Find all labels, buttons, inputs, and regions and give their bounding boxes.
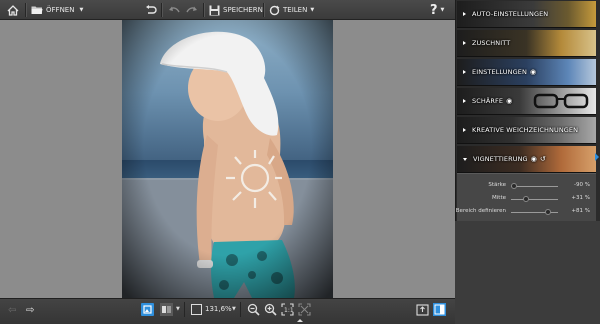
reset-icon[interactable]: ↺ xyxy=(540,155,546,163)
chevron-down-icon: ▼ xyxy=(440,7,445,13)
slider-label: Bereich definieren xyxy=(455,208,506,214)
chevron-down-icon: ▼ xyxy=(310,7,315,13)
slider-value: -90 % xyxy=(574,182,590,188)
prev-icon[interactable]: ⇦ xyxy=(8,305,16,316)
glasses-icon xyxy=(533,93,589,109)
folder-icon xyxy=(31,6,43,14)
panel-collapse-icon[interactable] xyxy=(595,153,599,161)
eye-icon[interactable]: ◉ xyxy=(531,155,537,163)
undo-icon xyxy=(146,5,157,14)
slider-knob[interactable] xyxy=(545,209,551,215)
save-button[interactable]: SPEICHERN xyxy=(209,2,263,18)
section-creative-blur[interactable]: KREATIVE WEICHZEICHNUNGEN xyxy=(457,117,596,144)
slider-define-area[interactable]: Bereich definieren +81 % xyxy=(455,207,596,217)
section-label: ZUSCHNITT xyxy=(472,39,511,47)
slider-knob[interactable] xyxy=(511,183,517,189)
section-adjustments[interactable]: EINSTELLUNGEN ◉ xyxy=(457,59,596,86)
export-icon[interactable] xyxy=(416,303,429,316)
crop-fit-icon[interactable] xyxy=(298,303,311,316)
section-label: KREATIVE WEICHZEICHNUNGEN xyxy=(472,126,579,134)
chevron-right-icon xyxy=(463,99,466,103)
zoom-in-icon[interactable] xyxy=(264,303,277,316)
chevron-right-icon xyxy=(463,128,466,132)
open-label: ÖFFNEN xyxy=(46,6,75,14)
section-label: EINSTELLUNGEN xyxy=(472,68,527,76)
zoom-level[interactable]: 131,6% xyxy=(205,305,232,313)
slider-center[interactable]: Mitte +31 % xyxy=(457,194,596,204)
section-label: VIGNETTIERUNG xyxy=(473,155,528,163)
undo-step-button[interactable] xyxy=(168,2,180,18)
compare-view-button[interactable] xyxy=(160,303,173,316)
slider-label: Mitte xyxy=(492,195,506,201)
actual-size-icon[interactable]: 1:1 xyxy=(281,303,294,316)
share-label: TEILEN xyxy=(283,6,308,14)
svg-text:1:1: 1:1 xyxy=(284,307,294,314)
save-label: SPEICHERN xyxy=(223,6,263,14)
chevron-right-icon xyxy=(463,70,466,74)
section-sharpness[interactable]: SCHÄRFE ◉ xyxy=(457,88,596,115)
chevron-down-icon xyxy=(463,157,467,161)
open-button[interactable]: ÖFFNEN ▼ xyxy=(31,2,83,18)
redo-icon xyxy=(186,6,197,13)
fit-icon[interactable] xyxy=(191,304,202,315)
chevron-right-icon xyxy=(463,41,466,45)
section-crop[interactable]: ZUSCHNITT xyxy=(457,30,596,57)
section-label: AUTO-EINSTELLUNGEN xyxy=(472,10,549,18)
help-button[interactable]: ? ▼ xyxy=(430,2,444,18)
chevron-down-icon[interactable]: ▼ xyxy=(176,306,180,312)
section-auto-adjust[interactable]: AUTO-EINSTELLUNGEN xyxy=(457,1,596,28)
eye-icon[interactable]: ◉ xyxy=(506,97,512,105)
slider-label: Stärke xyxy=(488,182,506,188)
panel-empty-area xyxy=(455,221,600,324)
panel-toggle-icon xyxy=(434,304,445,315)
single-view-button[interactable] xyxy=(141,303,154,316)
share-icon xyxy=(269,5,280,15)
chevron-down-icon[interactable]: ▼ xyxy=(232,306,236,312)
expand-filmstrip-icon[interactable] xyxy=(297,319,303,322)
save-icon xyxy=(209,5,220,15)
section-label: SCHÄRFE xyxy=(472,97,504,105)
slider-knob[interactable] xyxy=(523,196,529,202)
photo-preview[interactable] xyxy=(122,20,333,298)
section-vignette[interactable]: VIGNETTIERUNG ◉ ↺ xyxy=(457,146,596,173)
undo-button[interactable] xyxy=(145,2,157,18)
vignette-controls: Stärke -90 % Mitte +31 % Bereich definie… xyxy=(455,173,596,222)
home-icon xyxy=(7,4,19,16)
slider-value: +31 % xyxy=(571,195,590,201)
child-at-beach-photo xyxy=(122,20,333,298)
share-button[interactable]: TEILEN ▼ xyxy=(269,2,314,18)
redo-button[interactable] xyxy=(186,2,198,18)
chevron-right-icon xyxy=(463,12,466,16)
eye-icon[interactable]: ◉ xyxy=(530,68,536,76)
panel-toggle-button[interactable] xyxy=(433,303,446,316)
home-button[interactable] xyxy=(7,2,19,18)
help-icon: ? xyxy=(430,2,438,18)
slider-value: +81 % xyxy=(571,208,590,214)
bottom-toolbar: ⇦ ⇨ ▼ 131,6% ▼ 1:1 xyxy=(0,298,455,324)
slider-strength[interactable]: Stärke -90 % xyxy=(457,181,596,191)
chevron-down-icon: ▼ xyxy=(79,7,84,13)
next-icon[interactable]: ⇨ xyxy=(26,305,34,316)
compare-view-icon xyxy=(162,306,171,313)
single-view-icon xyxy=(143,305,152,314)
redo-back-icon xyxy=(169,6,180,13)
zoom-out-icon[interactable] xyxy=(247,303,260,316)
